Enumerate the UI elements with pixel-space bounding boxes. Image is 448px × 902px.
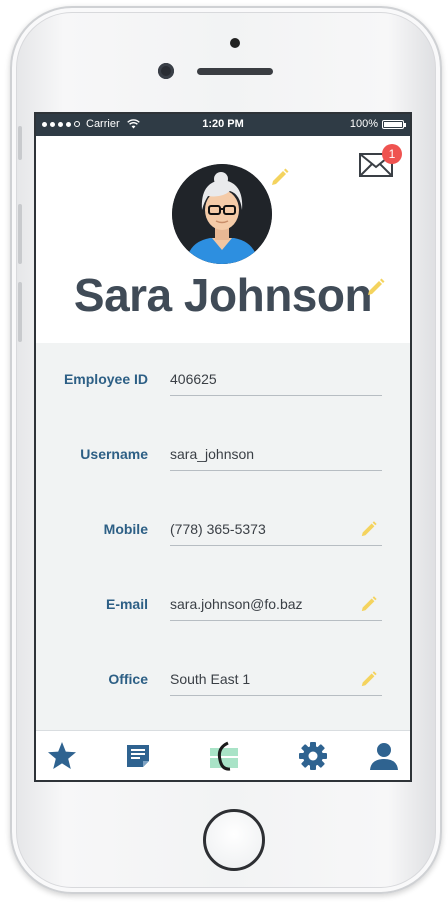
field-underline — [170, 470, 382, 471]
field-label: Mobile — [103, 521, 148, 537]
tab-settings[interactable] — [297, 740, 329, 772]
gear-icon — [299, 742, 327, 770]
notes-icon — [127, 745, 149, 767]
profile-header: Sara Johnson 1 — [36, 136, 410, 343]
field-label: Office — [108, 671, 148, 687]
earpiece-speaker — [197, 68, 273, 75]
field-underline — [170, 620, 382, 621]
edit-email-pencil-icon[interactable] — [360, 594, 378, 612]
field-underline — [170, 545, 382, 546]
star-icon — [48, 742, 76, 769]
profile-name: Sara Johnson — [73, 269, 373, 321]
field-underline — [170, 395, 382, 396]
field-underline — [170, 695, 382, 696]
tab-bar — [36, 730, 410, 780]
tab-home-logo[interactable] — [208, 740, 240, 772]
field-value[interactable]: South East 1 — [170, 671, 380, 687]
battery-icon — [382, 119, 406, 129]
sensor-dot — [230, 38, 240, 48]
field-label: E-mail — [105, 596, 148, 612]
field-username: Username sara_johnson — [36, 438, 410, 478]
volume-down-button — [18, 282, 22, 342]
battery-level — [384, 121, 402, 127]
edit-name-pencil-icon[interactable] — [366, 276, 386, 296]
app-screen: Carrier 1:20 PM 100% Sara Johnson 1 Empl… — [34, 112, 412, 782]
home-button[interactable] — [203, 809, 265, 871]
tab-notes[interactable] — [122, 740, 154, 772]
field-office[interactable]: Office South East 1 — [36, 663, 410, 703]
front-camera — [158, 63, 174, 79]
field-label: Username — [80, 446, 148, 462]
app-logo-icon — [210, 741, 238, 771]
field-label: Employee ID — [63, 371, 148, 387]
field-employee-id: Employee ID 406625 — [36, 363, 410, 403]
tab-favorites[interactable] — [46, 740, 78, 772]
field-value[interactable]: sara.johnson@fo.baz — [170, 596, 380, 612]
avatar-illustration — [172, 164, 272, 264]
tab-profile[interactable] — [368, 740, 400, 772]
battery-percent: 100% — [349, 118, 378, 130]
edit-avatar-pencil-icon[interactable] — [270, 166, 290, 186]
edit-office-pencil-icon[interactable] — [360, 669, 378, 687]
field-email[interactable]: E-mail sara.johnson@fo.baz — [36, 588, 410, 628]
mute-switch — [18, 126, 22, 160]
field-value: sara_johnson — [170, 446, 255, 462]
volume-up-button — [18, 204, 22, 264]
edit-mobile-pencil-icon[interactable] — [360, 519, 378, 537]
notification-badge: 1 — [382, 144, 402, 164]
profile-form: Employee ID 406625 Username sara_johnson… — [36, 343, 410, 733]
avatar[interactable] — [172, 164, 272, 264]
person-icon — [370, 743, 398, 770]
field-value: 406625 — [170, 371, 217, 387]
field-mobile[interactable]: Mobile (778) 365-5373 — [36, 513, 410, 553]
field-value[interactable]: (778) 365-5373 — [170, 521, 380, 537]
status-bar: Carrier 1:20 PM 100% — [36, 114, 410, 136]
